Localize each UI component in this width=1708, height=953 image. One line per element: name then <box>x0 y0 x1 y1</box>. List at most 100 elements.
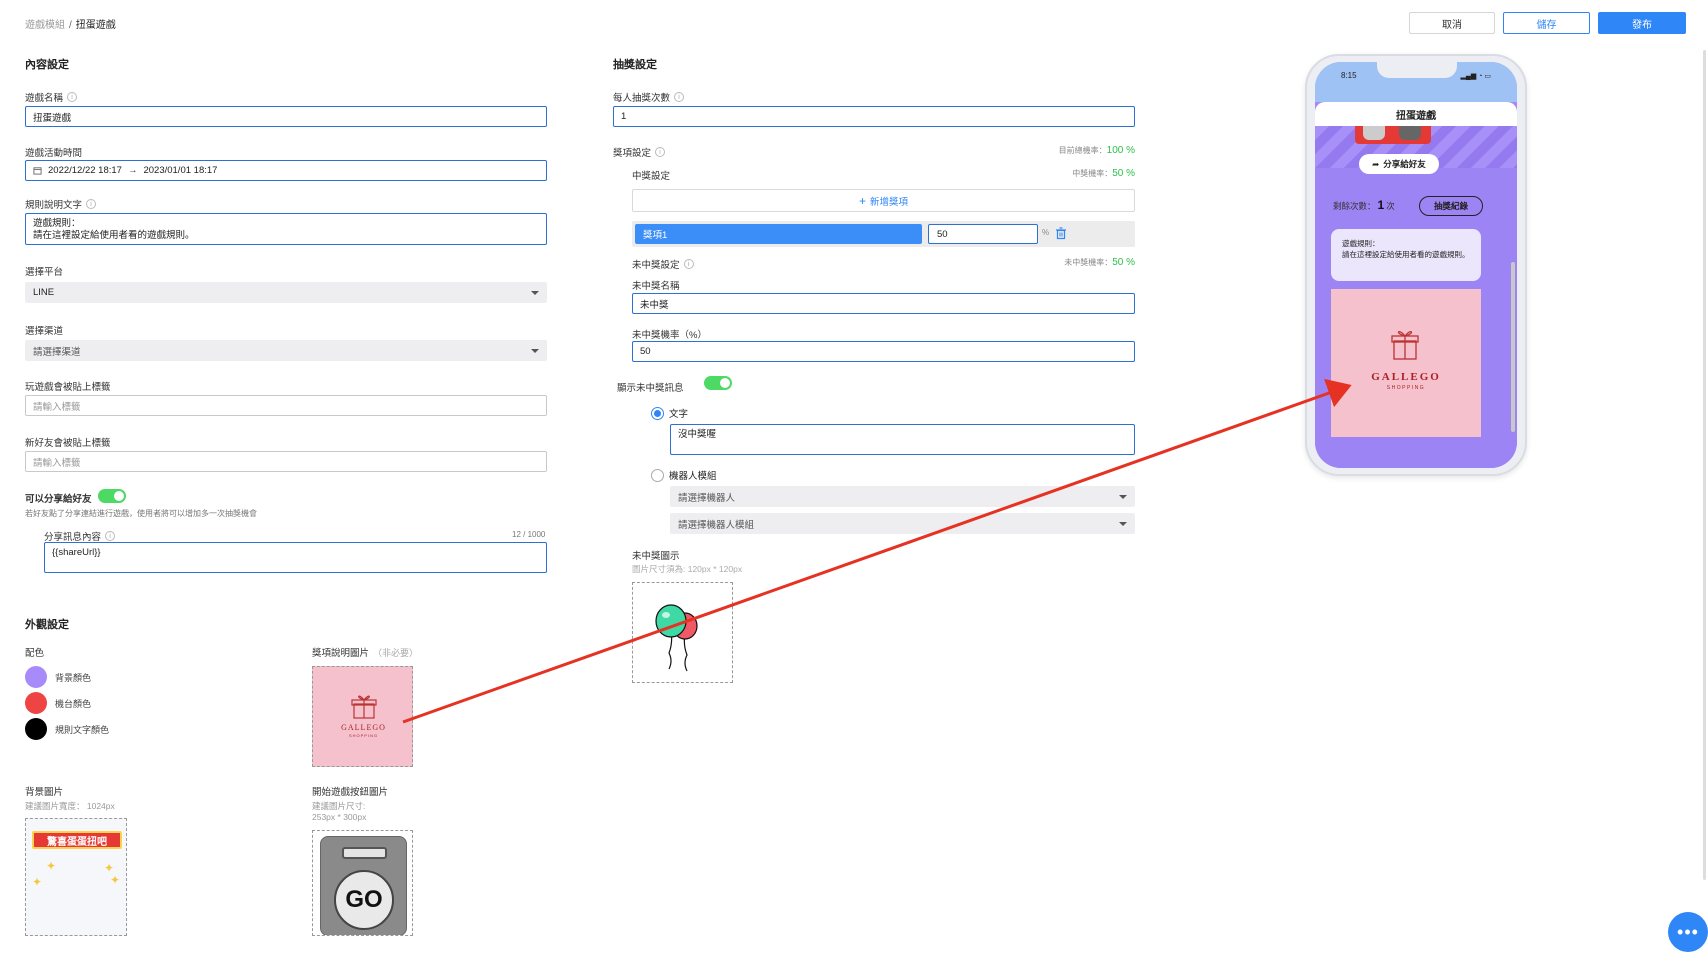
info-icon[interactable]: i <box>655 147 666 157</box>
prize-name-input[interactable]: 獎項1 <box>635 224 922 244</box>
balloons-image <box>655 604 698 672</box>
radio-unselected[interactable] <box>651 468 664 482</box>
save-button[interactable]: 儲存 <box>1503 12 1590 34</box>
background-image-hint: 建議圖片寬度： 1024px <box>25 801 115 811</box>
friend-tag-label: 新好友會被貼上標籤 <box>25 438 111 449</box>
gift-icon <box>1391 331 1419 360</box>
info-icon[interactable]: i <box>683 259 694 269</box>
prize-rate-input[interactable]: 50 <box>928 224 1038 244</box>
info-icon[interactable]: i <box>674 92 685 102</box>
color-row-rules-text[interactable]: 規則文字顏色 <box>25 718 109 740</box>
lose-image-hint: 圖片尺寸須為: 120px * 120px <box>632 564 743 574</box>
channel-label: 選擇渠道 <box>25 326 64 337</box>
signal-battery-icon: ▂▄▆ ◔ ▭ <box>1460 73 1491 80</box>
add-prize-button[interactable]: + 新增獎項 <box>632 189 1135 212</box>
logo-sub-text: SHOPPING <box>348 733 379 738</box>
gift-logo-image <box>351 695 377 719</box>
logo-main-text: GALLEGO <box>341 723 386 732</box>
lose-rate: 未中獎機率：50 % <box>1064 257 1135 268</box>
phone-screen: 8:15 ▂▄▆ ◔ ▭ 扭蛋遊戲 ➦ 分享給好友 剩餘次數： 1 次 抽獎紀錄 遊戲… <box>1315 62 1517 468</box>
bot-option-radio[interactable]: 機器人模組 <box>651 468 717 482</box>
color-row-background[interactable]: 背景顏色 <box>25 666 91 688</box>
phone-preview: 8:15 ▂▄▆ ◔ ▭ 扭蛋遊戲 ➦ 分享給好友 剩餘次數： 1 次 抽獎紀錄 遊戲… <box>1305 54 1527 476</box>
show-lose-message-toggle[interactable] <box>704 376 732 390</box>
prize-image-preview: GALLEGO SHOPPING <box>1331 289 1481 437</box>
breadcrumb: 遊戲模組 / 扭蛋遊戲 <box>25 16 116 31</box>
preview-game-area: ➦ 分享給好友 剩餘次數： 1 次 抽獎紀錄 遊戲規則： 請在這裡設定給使用者看的遊戲… <box>1315 126 1517 468</box>
page-scrollbar[interactable] <box>1703 50 1706 880</box>
rules-text-color-swatch[interactable] <box>25 718 47 740</box>
cancel-button[interactable]: 取消 <box>1409 12 1495 34</box>
status-time: 8:15 <box>1341 71 1357 80</box>
background-image-upload[interactable]: 驚喜蛋蛋扭吧 ✦ ✦ ✦ ✦ <box>25 818 127 936</box>
bot-select[interactable]: 請選擇機器人 <box>670 486 1135 507</box>
start-button-hint-2: 253px * 300px <box>312 812 367 822</box>
draws-label: 每人抽獎次數 i <box>613 90 685 104</box>
platform-select[interactable]: LINE <box>25 282 547 303</box>
friend-tag-input[interactable]: 請輸入標籤 <box>25 451 547 472</box>
sparkle-icon: ✦ <box>46 859 57 873</box>
preview-scrollbar[interactable] <box>1511 262 1515 432</box>
start-button-image-upload[interactable]: GO <box>312 830 413 936</box>
go-text: GO <box>334 870 394 930</box>
breadcrumb-parent[interactable]: 遊戲模組 <box>25 20 65 31</box>
publish-button[interactable]: 發布 <box>1598 12 1686 34</box>
win-rate: 中獎機率：50 % <box>1072 168 1135 179</box>
date-arrow: → <box>127 165 138 176</box>
lose-name-input[interactable]: 未中獎 <box>632 293 1135 314</box>
info-icon[interactable]: i <box>105 531 116 541</box>
lose-text-textarea[interactable]: 沒中獎喔 <box>670 424 1135 455</box>
appearance-title: 外觀設定 <box>25 619 69 631</box>
lose-rate-input[interactable]: 50 <box>632 341 1135 362</box>
info-icon[interactable]: i <box>86 199 97 209</box>
win-settings-label: 中獎設定 <box>632 171 671 182</box>
caret-down-icon <box>1119 521 1127 526</box>
sparkle-icon: ✦ <box>110 873 121 887</box>
lose-name-label: 未中獎名稱 <box>632 281 680 292</box>
machine-image <box>1355 126 1431 144</box>
play-tag-input[interactable]: 請輸入標籤 <box>25 395 547 416</box>
history-button[interactable]: 抽獎紀錄 <box>1419 196 1483 216</box>
machine-color-swatch[interactable] <box>25 692 47 714</box>
bot-module-select[interactable]: 請選擇機器人模組 <box>670 513 1135 534</box>
preview-logo-main: GALLEGO <box>1371 371 1441 383</box>
share-hint: 若好友點了分享連結進行遊戲，使用者將可以增加多一次抽獎機會 <box>25 509 257 518</box>
draws-input[interactable]: 1 <box>613 106 1135 127</box>
play-tag-label: 玩遊戲會被貼上標籤 <box>25 382 111 393</box>
color-row-machine[interactable]: 機台顏色 <box>25 692 91 714</box>
rules-textarea[interactable]: 遊戲規則： 請在這裡設定給使用者看的遊戲規則。 <box>25 213 547 245</box>
trash-icon[interactable] <box>1055 227 1067 240</box>
more-options-fab[interactable]: ••• <box>1668 912 1708 952</box>
radio-selected[interactable] <box>651 406 664 420</box>
breadcrumb-separator: / <box>69 20 72 31</box>
prize-image-upload[interactable]: GALLEGO SHOPPING <box>312 666 413 767</box>
colors-label: 配色 <box>25 648 45 659</box>
share-message-textarea[interactable]: {{shareUrl}} <box>44 542 547 573</box>
caret-down-icon <box>531 348 539 353</box>
breadcrumb-current: 扭蛋遊戲 <box>75 20 116 31</box>
background-color-swatch[interactable] <box>25 666 47 688</box>
share-toggle[interactable] <box>98 489 126 503</box>
plus-icon: + <box>858 193 866 208</box>
share-message-counter: 12 / 1000 <box>512 530 546 539</box>
platform-label: 選擇平台 <box>25 267 64 278</box>
lose-image-label: 未中獎圖示 <box>632 551 680 562</box>
content-settings-title: 內容設定 <box>25 59 69 71</box>
date-range-picker[interactable]: 2022/12/22 18:17 → 2023/01/01 18:17 <box>25 160 547 181</box>
channel-select[interactable]: 請選擇渠道 <box>25 340 547 361</box>
go-button-image: GO <box>320 836 407 935</box>
lose-settings-label: 未中獎設定 i <box>632 257 694 271</box>
calendar-icon <box>33 167 42 175</box>
text-option-radio[interactable]: 文字 <box>651 406 688 420</box>
caret-down-icon <box>531 290 539 295</box>
game-name-input[interactable]: 扭蛋遊戲 <box>25 106 547 127</box>
preview-title: 扭蛋遊戲 <box>1315 102 1517 126</box>
prize-settings-label: 獎項設定 i <box>613 145 666 159</box>
date-end: 2023/01/01 18:17 <box>143 165 218 176</box>
info-icon[interactable]: i <box>67 92 78 102</box>
phone-notch <box>1377 62 1457 78</box>
lose-image-upload[interactable] <box>632 582 733 683</box>
start-button-image-label: 開始遊戲按鈕圖片 <box>312 787 389 798</box>
percent-sign: % <box>1042 228 1050 237</box>
share-friends-button[interactable]: ➦ 分享給好友 <box>1359 154 1439 174</box>
